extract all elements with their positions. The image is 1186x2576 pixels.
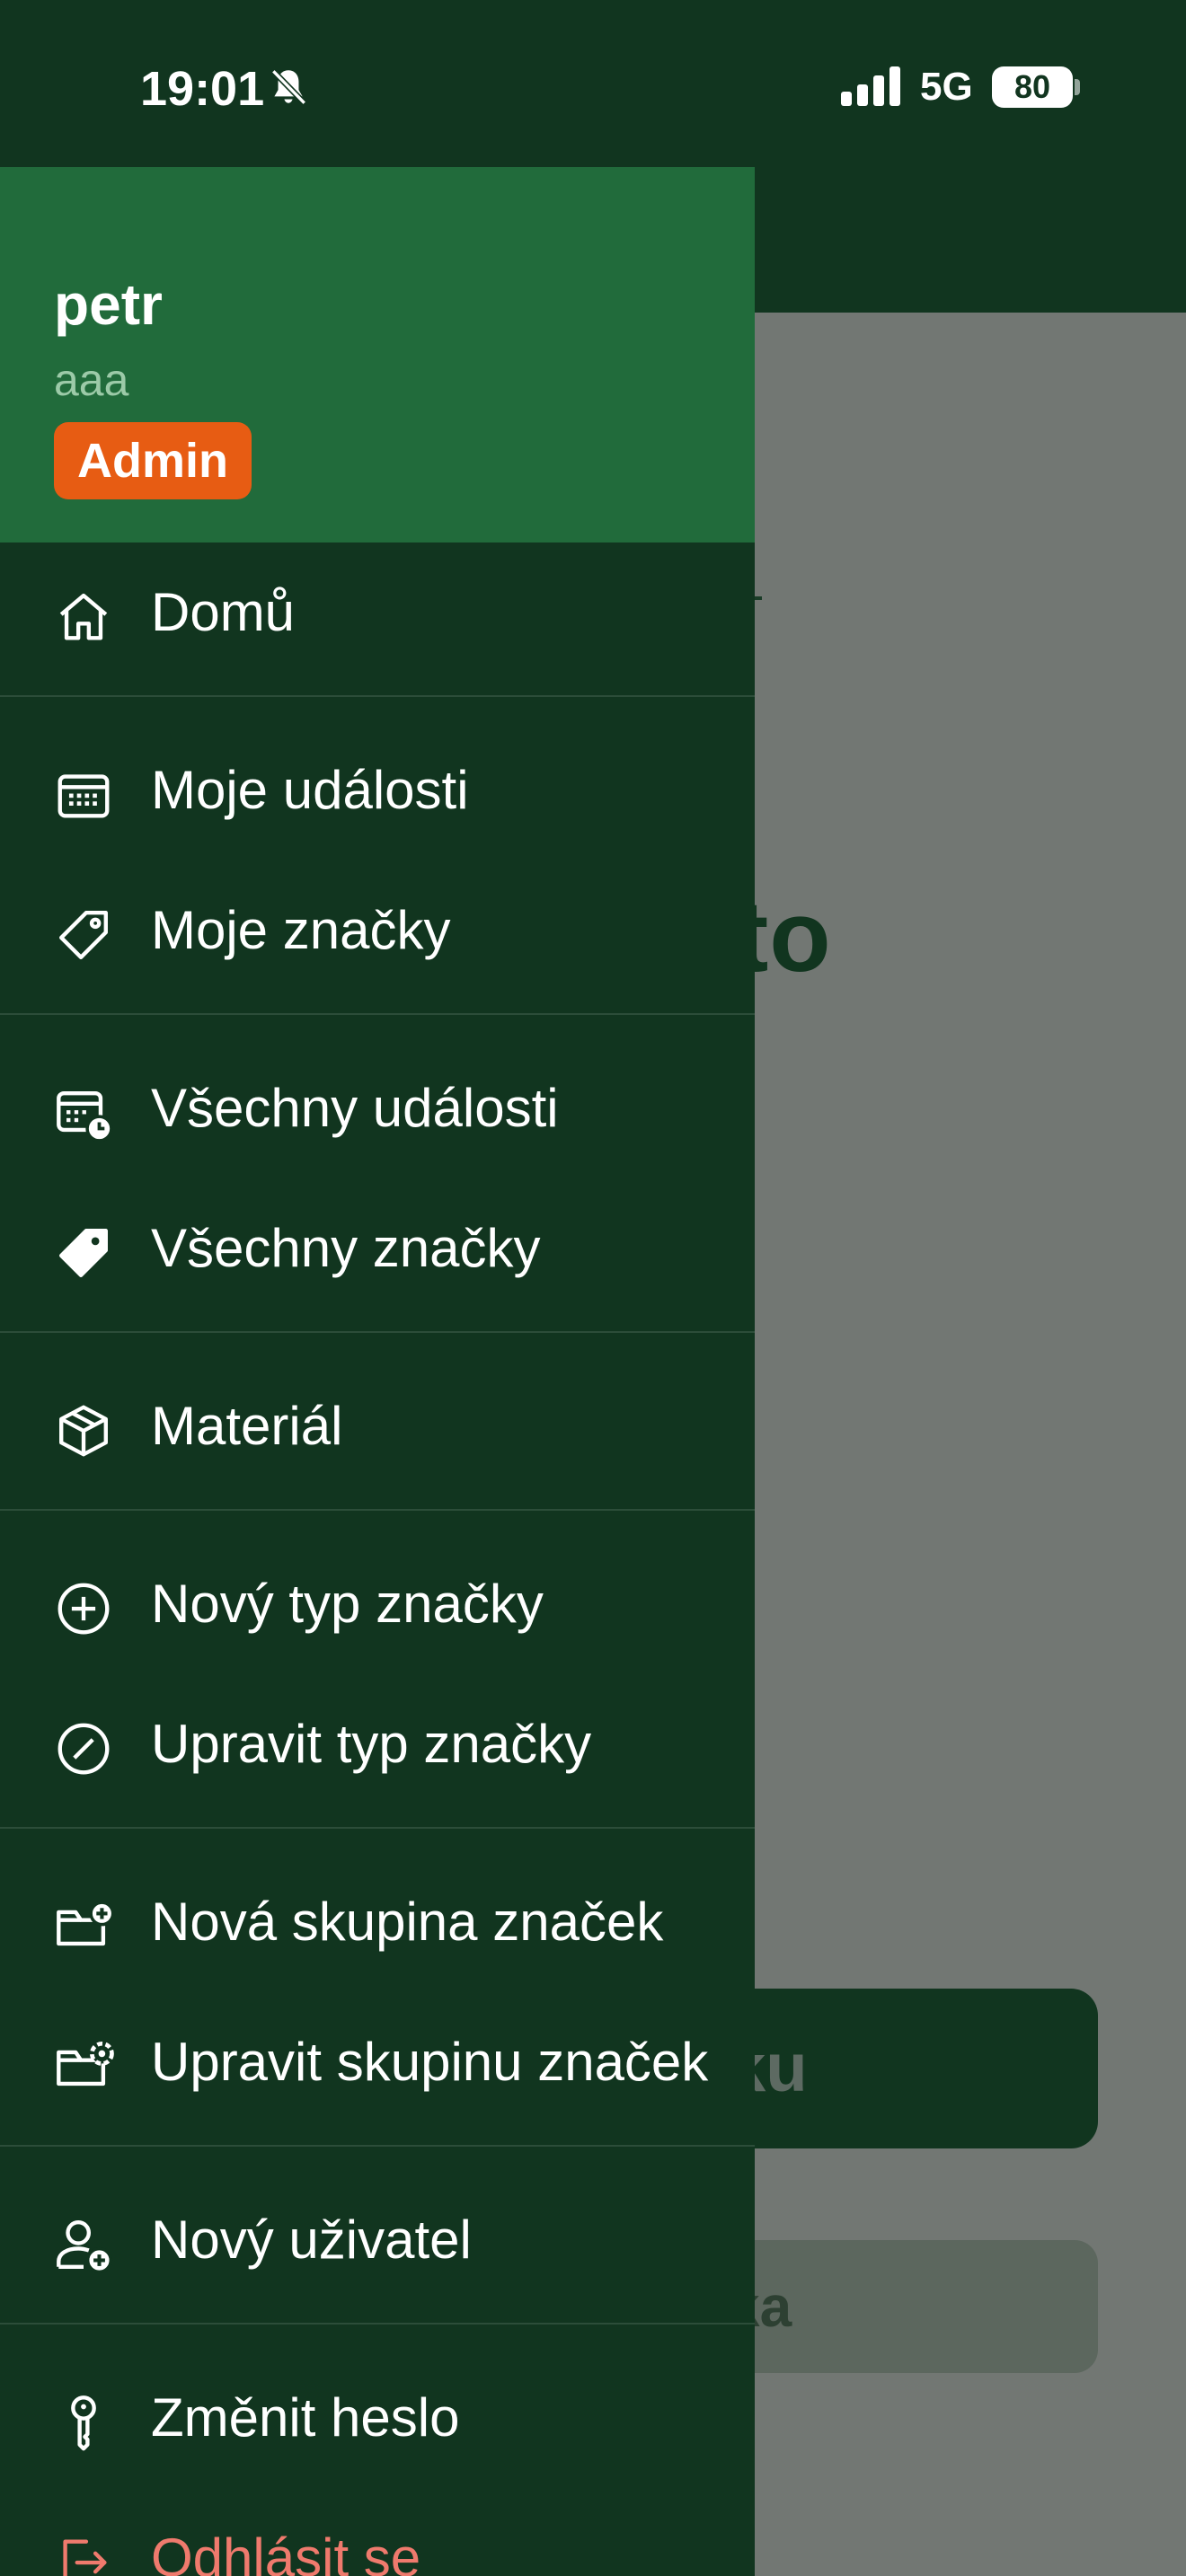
menu-item-edit-tag-type[interactable]: Upravit typ značky (0, 1674, 755, 1814)
menu-label: Všechny události (151, 1078, 559, 1138)
calendar-icon (52, 763, 115, 826)
menu-divider (0, 1331, 755, 1333)
menu-item-change-password[interactable]: Změnit heslo (0, 2348, 755, 2488)
status-bar: 19:01 5G 80 (0, 0, 1186, 167)
tag-icon (52, 904, 115, 966)
calendar-clock-icon (52, 1081, 115, 1144)
drawer-menu: Domů Moje události Moje značky Všechny u… (0, 543, 755, 2576)
tag-filled-icon (52, 1222, 115, 1284)
menu-item-my-events[interactable]: Moje události (0, 720, 755, 860)
menu-label: Změnit heslo (151, 2387, 460, 2448)
menu-item-new-user[interactable]: Nový uživatel (0, 2170, 755, 2310)
menu-divider (0, 1509, 755, 1511)
user-name: petr (54, 272, 163, 337)
menu-divider (0, 1827, 755, 1829)
menu-divider (0, 2323, 755, 2325)
status-time: 19:01 (140, 62, 265, 116)
folder-plus-icon (52, 1895, 115, 1958)
role-badge: Admin (54, 422, 252, 499)
menu-label: Upravit skupinu značek (151, 2032, 709, 2092)
menu-label: Materiál (151, 1396, 343, 1456)
menu-label: Moje události (151, 760, 469, 820)
battery-cap (1075, 79, 1080, 95)
menu-divider (0, 695, 755, 697)
edit-circle-icon (52, 1717, 115, 1780)
menu-divider (0, 2145, 755, 2147)
menu-item-home[interactable]: Domů (0, 543, 755, 683)
menu-label: Nová skupina značek (151, 1892, 664, 1952)
box-icon (52, 1399, 115, 1462)
menu-label: Odhlásit se (151, 2527, 421, 2576)
battery-icon: 80 (992, 66, 1073, 108)
menu-label: Nový typ značky (151, 1574, 544, 1634)
plus-circle-icon (52, 1577, 115, 1640)
logout-icon (52, 2531, 115, 2576)
menu-label: Všechny značky (151, 1218, 541, 1278)
user-plus-icon (52, 2213, 115, 2276)
menu-item-edit-tag-group[interactable]: Upravit skupinu značek (0, 1992, 755, 2132)
home-icon (52, 586, 115, 648)
menu-item-all-tags[interactable]: Všechny značky (0, 1178, 755, 1319)
navigation-drawer: petr aaa Admin Domů Moje události Moje z… (0, 0, 755, 2576)
battery-level: 80 (1013, 68, 1051, 105)
folder-gear-icon (52, 2035, 115, 2098)
menu-label: Moje značky (151, 900, 451, 960)
bell-slash-icon (266, 65, 311, 110)
signal-icon (841, 66, 902, 106)
menu-item-logout[interactable]: Odhlásit se (0, 2488, 755, 2576)
menu-label: Upravit typ značky (151, 1714, 592, 1774)
menu-item-my-tags[interactable]: Moje značky (0, 860, 755, 1001)
menu-label: Nový uživatel (151, 2210, 472, 2270)
menu-label: Domů (151, 582, 296, 642)
user-subtitle: aaa (54, 355, 129, 405)
menu-item-all-events[interactable]: Všechny události (0, 1038, 755, 1178)
key-icon (52, 2391, 115, 2454)
menu-item-material[interactable]: Materiál (0, 1356, 755, 1496)
menu-divider (0, 1013, 755, 1015)
drawer-user-header: petr aaa Admin (0, 167, 755, 543)
menu-item-new-tag-group[interactable]: Nová skupina značek (0, 1852, 755, 1992)
menu-item-new-tag-type[interactable]: Nový typ značky (0, 1534, 755, 1674)
network-type: 5G (920, 65, 973, 109)
